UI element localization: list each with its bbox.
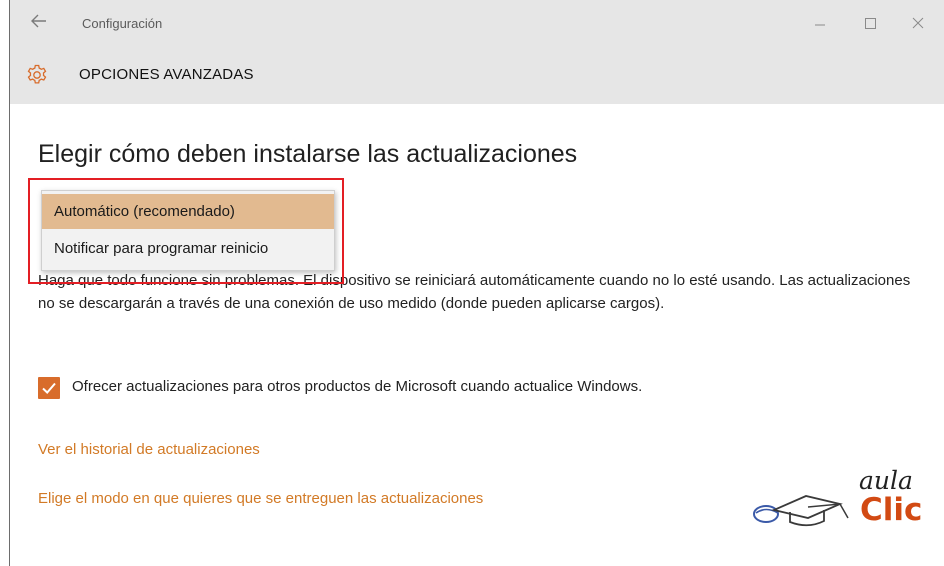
window-title: Configuración — [82, 16, 163, 31]
checkmark-icon — [42, 382, 56, 394]
description-text: Haga que todo funcione sin problemas. El… — [38, 272, 911, 312]
dropdown-option-notify[interactable]: Notificar para programar reinicio — [42, 231, 334, 266]
install-mode-dropdown-list[interactable]: Automático (recomendado) Notificar para … — [41, 190, 335, 271]
arrow-left-icon — [31, 14, 46, 28]
maximize-icon — [865, 18, 876, 29]
logo-text-aula: aula — [859, 466, 913, 495]
dropdown-option-automatic[interactable]: Automático (recomendado) — [42, 194, 334, 229]
gear-icon — [27, 64, 47, 84]
page-title: OPCIONES AVANZADAS — [79, 66, 254, 83]
update-history-link[interactable]: Ver el historial de actualizaciones — [38, 441, 260, 458]
close-icon — [912, 17, 924, 29]
page-header: OPCIONES AVANZADAS — [10, 56, 944, 104]
minimize-button[interactable] — [806, 12, 834, 34]
offer-updates-label[interactable]: Ofrecer actualizaciones para otros produ… — [72, 378, 642, 395]
section-heading: Elegir cómo deben instalarse las actuali… — [38, 140, 578, 168]
offer-updates-checkbox[interactable] — [38, 377, 60, 399]
back-button[interactable] — [27, 10, 51, 32]
logo-text-clic: Clic — [860, 492, 923, 528]
close-button[interactable] — [904, 12, 932, 34]
delivery-mode-link[interactable]: Elige el modo en que quieres que se entr… — [38, 490, 483, 507]
minimize-icon — [815, 24, 825, 26]
title-bar: Configuración — [10, 0, 944, 56]
maximize-button[interactable] — [856, 12, 884, 34]
